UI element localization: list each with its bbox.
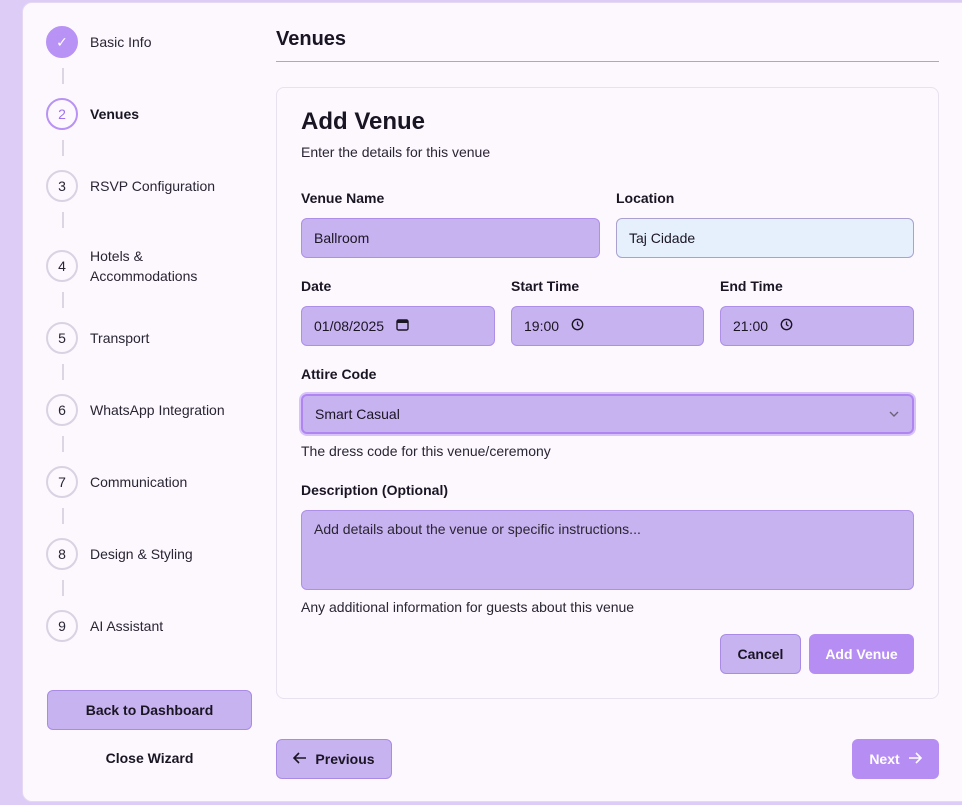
step-number: 7 — [46, 466, 78, 498]
clock-icon[interactable] — [780, 318, 793, 334]
step-connector — [62, 508, 64, 524]
chevron-down-icon — [888, 407, 900, 421]
clock-icon[interactable] — [571, 318, 584, 334]
arrow-right-icon — [908, 751, 922, 767]
cancel-button[interactable]: Cancel — [720, 634, 801, 674]
previous-button[interactable]: Previous — [276, 739, 392, 779]
step-connector — [62, 68, 64, 84]
step-label: Communication — [90, 474, 188, 490]
step-design[interactable]: 8 Design & Styling — [46, 538, 193, 570]
attire-code-select[interactable]: Smart Casual — [301, 394, 914, 434]
previous-label: Previous — [315, 751, 375, 767]
step-connector — [62, 140, 64, 156]
description-placeholder: Add details about the venue or specific … — [314, 521, 641, 537]
close-wizard-button[interactable]: Close Wizard — [47, 744, 252, 772]
step-rsvp[interactable]: 3 RSVP Configuration — [46, 170, 215, 202]
page-title: Venues — [276, 28, 347, 50]
attire-code-value: Smart Casual — [315, 406, 400, 422]
back-to-dashboard-button[interactable]: Back to Dashboard — [47, 690, 252, 730]
start-time-input[interactable]: 19:00 — [511, 306, 704, 346]
step-label: RSVP Configuration — [90, 178, 216, 194]
next-button[interactable]: Next — [852, 739, 939, 779]
next-label: Next — [869, 751, 900, 767]
step-number: 5 — [46, 322, 78, 354]
step-number: 3 — [46, 170, 78, 202]
card-title: Add Venue — [301, 108, 426, 135]
step-label: AI Assistant — [90, 618, 164, 634]
location-label: Location — [616, 190, 675, 206]
title-divider — [276, 61, 939, 62]
description-help-text: Any additional information for guests ab… — [301, 599, 635, 615]
end-time-input[interactable]: 21:00 — [720, 306, 914, 346]
date-value: 01/08/2025 — [314, 318, 385, 334]
step-communication[interactable]: 7 Communication — [46, 466, 187, 498]
end-time-value: 21:00 — [733, 318, 769, 334]
venue-name-input[interactable]: Ballroom — [301, 218, 600, 258]
step-hotels[interactable]: 4 Hotels & Accommodations — [46, 246, 220, 286]
venue-name-label: Venue Name — [301, 190, 385, 206]
step-label: Hotels & Accommodations — [90, 248, 198, 284]
step-number: 6 — [46, 394, 78, 426]
calendar-icon[interactable] — [396, 318, 409, 334]
date-input[interactable]: 01/08/2025 — [301, 306, 495, 346]
attire-code-label: Attire Code — [301, 366, 377, 382]
step-ai-assistant[interactable]: 9 AI Assistant — [46, 610, 163, 642]
step-transport[interactable]: 5 Transport — [46, 322, 149, 354]
step-number: 2 — [46, 98, 78, 130]
step-connector — [62, 212, 64, 228]
description-textarea[interactable]: Add details about the venue or specific … — [301, 510, 914, 590]
step-connector — [62, 436, 64, 452]
start-time-label: Start Time — [511, 278, 580, 294]
card-subtitle: Enter the details for this venue — [301, 144, 491, 160]
arrow-left-icon — [293, 751, 307, 767]
description-label: Description (Optional) — [301, 482, 448, 498]
step-label: Transport — [90, 330, 150, 346]
step-label: Basic Info — [90, 34, 152, 50]
step-label: WhatsApp Integration — [90, 402, 225, 418]
step-number: 8 — [46, 538, 78, 570]
step-number: 4 — [46, 250, 78, 282]
add-venue-button[interactable]: Add Venue — [809, 634, 914, 674]
location-input[interactable]: Taj Cidade — [616, 218, 914, 258]
step-venues[interactable]: 2 Venues — [46, 98, 139, 130]
step-connector — [62, 292, 64, 308]
start-time-value: 19:00 — [524, 318, 560, 334]
venue-name-value: Ballroom — [314, 230, 370, 246]
step-connector — [62, 580, 64, 596]
step-label: Design & Styling — [90, 546, 193, 562]
attire-help-text: The dress code for this venue/ceremony — [301, 443, 551, 459]
step-connector — [62, 364, 64, 380]
step-whatsapp[interactable]: 6 WhatsApp Integration — [46, 394, 225, 426]
end-time-label: End Time — [720, 278, 783, 294]
location-value: Taj Cidade — [629, 230, 696, 246]
check-icon: ✓ — [46, 26, 78, 58]
date-label: Date — [301, 278, 332, 294]
step-label: Venues — [90, 106, 140, 122]
step-basic-info[interactable]: ✓ Basic Info — [46, 26, 151, 58]
step-number: 9 — [46, 610, 78, 642]
